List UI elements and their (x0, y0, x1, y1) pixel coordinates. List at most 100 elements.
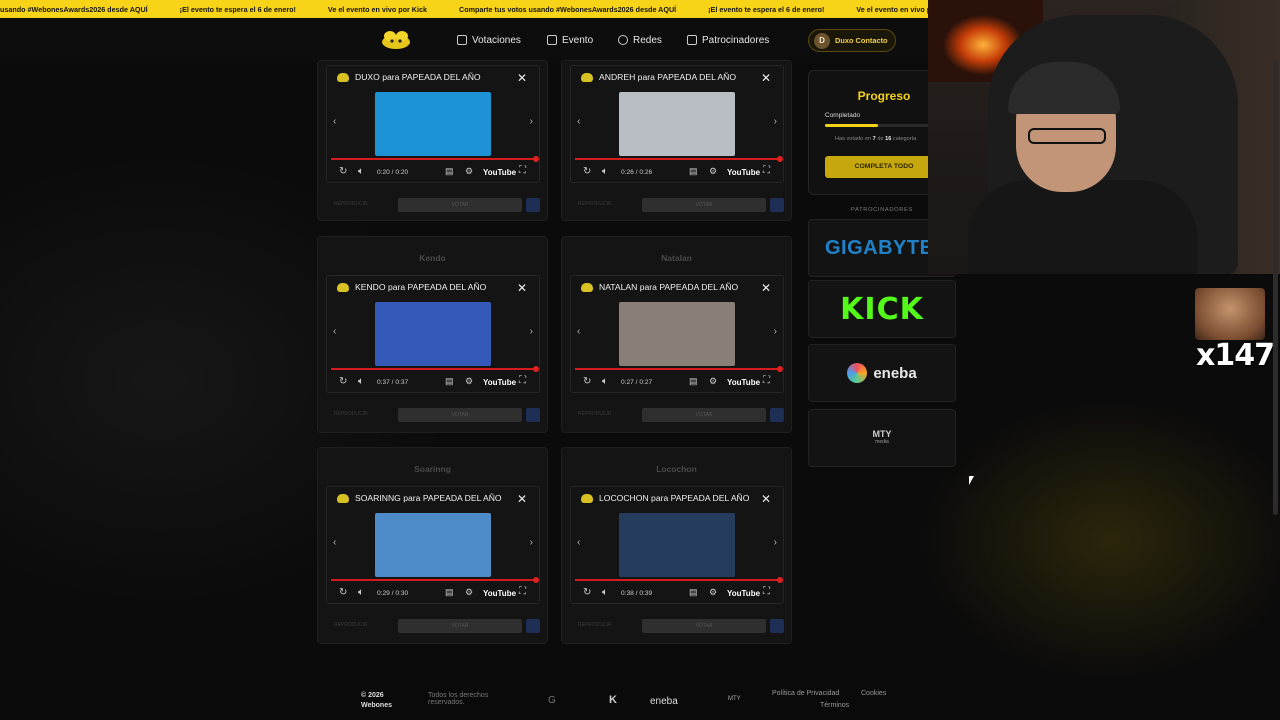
volume-icon[interactable]: 🔈︎ (602, 587, 608, 598)
prev-arrow-icon[interactable]: ‹ (577, 537, 580, 548)
share-button[interactable] (770, 198, 784, 212)
prev-arrow-icon[interactable]: ‹ (333, 326, 336, 337)
close-icon[interactable]: ✕ (517, 71, 527, 85)
sponsor-eneba[interactable]: eneba (808, 344, 956, 402)
sponsor-kick[interactable]: KICK (808, 280, 956, 338)
settings-gear-icon[interactable]: ⚙ (709, 376, 717, 387)
video-player[interactable]: KENDO para PAPEADA DEL AÑO ✕ ‹ › ↻ 🔈︎ 0:… (326, 275, 540, 393)
replay-icon[interactable]: ↻ (339, 587, 347, 598)
settings-gear-icon[interactable]: ⚙ (709, 166, 717, 177)
vote-button[interactable]: VOTAR (398, 408, 522, 422)
reproduce-button[interactable]: REPRODUCIR (334, 411, 368, 417)
replay-icon[interactable]: ↻ (339, 376, 347, 387)
next-arrow-icon[interactable]: › (530, 116, 533, 127)
terms-link[interactable]: Términos (820, 702, 849, 709)
share-button[interactable] (526, 619, 540, 633)
close-icon[interactable]: ✕ (517, 281, 527, 295)
video-thumbnail[interactable] (375, 302, 491, 366)
captions-icon[interactable]: ▤ (445, 166, 454, 177)
fullscreen-icon[interactable]: ⛶ (519, 586, 526, 597)
next-arrow-icon[interactable]: › (530, 537, 533, 548)
youtube-logo[interactable]: YouTube (483, 378, 516, 387)
cookies-link[interactable]: Cookies (861, 690, 886, 697)
page-scrollbar[interactable] (1273, 60, 1278, 515)
youtube-logo[interactable]: YouTube (727, 168, 760, 177)
youtube-logo[interactable]: YouTube (483, 168, 516, 177)
close-icon[interactable]: ✕ (761, 71, 771, 85)
replay-icon[interactable]: ↻ (583, 587, 591, 598)
next-arrow-icon[interactable]: › (774, 116, 777, 127)
video-progress-bar[interactable] (575, 577, 783, 583)
video-thumbnail[interactable] (619, 302, 735, 366)
privacy-link[interactable]: Política de Privacidad (772, 690, 839, 697)
vote-button[interactable]: VOTAR (642, 408, 766, 422)
gigabyte-small-icon[interactable]: G (548, 695, 556, 706)
video-player[interactable]: ANDREH para PAPEADA DEL AÑO ✕ ‹ › ↻ 🔈︎ 0… (570, 65, 784, 183)
fullscreen-icon[interactable]: ⛶ (519, 165, 526, 176)
close-icon[interactable]: ✕ (761, 281, 771, 295)
settings-gear-icon[interactable]: ⚙ (465, 166, 473, 177)
video-progress-bar[interactable] (575, 366, 783, 372)
fullscreen-icon[interactable]: ⛶ (763, 375, 770, 386)
replay-icon[interactable]: ↻ (583, 166, 591, 177)
volume-icon[interactable]: 🔈︎ (358, 166, 364, 177)
video-player[interactable]: DUXO para PAPEADA DEL AÑO ✕ ‹ › ↻ 🔈︎ 0:2… (326, 65, 540, 183)
video-progress-bar[interactable] (331, 366, 539, 372)
video-progress-bar[interactable] (331, 156, 539, 162)
captions-icon[interactable]: ▤ (445, 376, 454, 387)
youtube-logo[interactable]: YouTube (727, 378, 760, 387)
vote-button[interactable]: VOTAR (642, 198, 766, 212)
prev-arrow-icon[interactable]: ‹ (577, 116, 580, 127)
youtube-logo[interactable]: YouTube (483, 589, 516, 598)
reproduce-button[interactable]: REPRODUCIR (578, 411, 612, 417)
video-thumbnail[interactable] (375, 513, 491, 577)
settings-gear-icon[interactable]: ⚙ (465, 587, 473, 598)
captions-icon[interactable]: ▤ (445, 587, 454, 598)
close-icon[interactable]: ✕ (761, 492, 771, 506)
video-player[interactable]: LOCOCHON para PAPEADA DEL AÑO ✕ ‹ › ↻ 🔈︎… (570, 486, 784, 604)
volume-icon[interactable]: 🔈︎ (358, 376, 364, 387)
webones-logo-icon[interactable] (380, 28, 412, 50)
complete-all-button[interactable]: COMPLETA TODO (825, 156, 943, 178)
video-thumbnail[interactable] (619, 513, 735, 577)
prev-arrow-icon[interactable]: ‹ (577, 326, 580, 337)
nav-patrocinadores[interactable]: Patrocinadores (687, 18, 769, 62)
fullscreen-icon[interactable]: ⛶ (763, 165, 770, 176)
volume-icon[interactable]: 🔈︎ (602, 166, 608, 177)
nav-redes[interactable]: Redes (618, 18, 662, 62)
vote-button[interactable]: VOTAR (642, 619, 766, 633)
video-progress-bar[interactable] (575, 156, 783, 162)
share-button[interactable] (770, 619, 784, 633)
volume-icon[interactable]: 🔈︎ (602, 376, 608, 387)
vote-button[interactable]: VOTAR (398, 198, 522, 212)
volume-icon[interactable]: 🔈︎ (358, 587, 364, 598)
video-thumbnail[interactable] (619, 92, 735, 156)
reproduce-button[interactable]: REPRODUCIR (334, 622, 368, 628)
video-player[interactable]: SOARINNG para PAPEADA DEL AÑO ✕ ‹ › ↻ 🔈︎… (326, 486, 540, 604)
sponsor-mty[interactable]: MTY media (808, 409, 956, 467)
youtube-logo[interactable]: YouTube (727, 589, 760, 598)
settings-gear-icon[interactable]: ⚙ (465, 376, 473, 387)
settings-gear-icon[interactable]: ⚙ (709, 587, 717, 598)
share-button[interactable] (526, 408, 540, 422)
fullscreen-icon[interactable]: ⛶ (519, 375, 526, 386)
share-button[interactable] (770, 408, 784, 422)
mty-small-icon[interactable]: MTY (728, 696, 741, 702)
captions-icon[interactable]: ▤ (689, 376, 698, 387)
captions-icon[interactable]: ▤ (689, 166, 698, 177)
nav-evento[interactable]: Evento (547, 18, 593, 62)
reproduce-button[interactable]: REPRODUCIR (334, 201, 368, 207)
replay-icon[interactable]: ↻ (339, 166, 347, 177)
next-arrow-icon[interactable]: › (530, 326, 533, 337)
reproduce-button[interactable]: REPRODUCIR (578, 201, 612, 207)
prev-arrow-icon[interactable]: ‹ (333, 537, 336, 548)
next-arrow-icon[interactable]: › (774, 537, 777, 548)
footer-eneba-link[interactable]: eneba (650, 696, 678, 707)
captions-icon[interactable]: ▤ (689, 587, 698, 598)
video-thumbnail[interactable] (375, 92, 491, 156)
prev-arrow-icon[interactable]: ‹ (333, 116, 336, 127)
next-arrow-icon[interactable]: › (774, 326, 777, 337)
replay-icon[interactable]: ↻ (583, 376, 591, 387)
close-icon[interactable]: ✕ (517, 492, 527, 506)
vote-button[interactable]: VOTAR (398, 619, 522, 633)
